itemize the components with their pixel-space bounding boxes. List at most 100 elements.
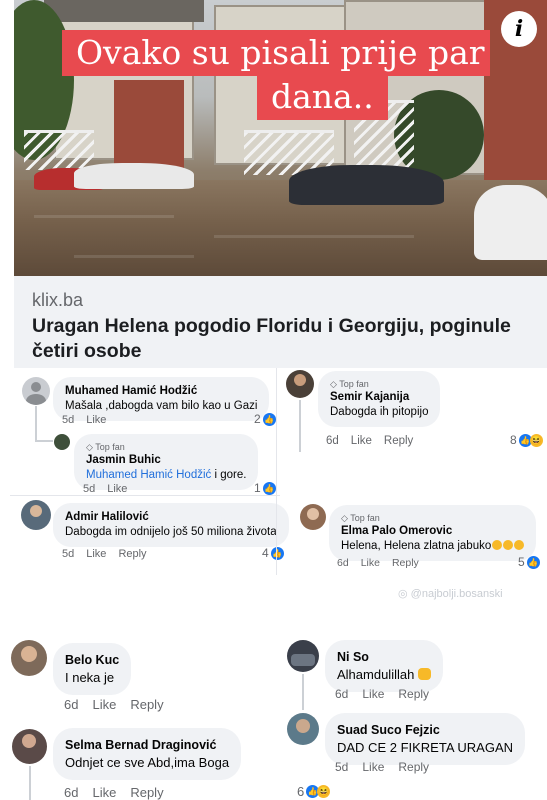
like-action[interactable]: Like <box>92 785 116 800</box>
commenter-name[interactable]: Belo Kuc <box>65 651 119 669</box>
avatar[interactable] <box>54 434 70 450</box>
avatar[interactable] <box>12 729 47 764</box>
reaction-summary[interactable]: 1 👍 <box>254 481 276 495</box>
photo-face <box>296 719 310 733</box>
comment-actions: 5d Like <box>83 483 139 495</box>
comment-actions: 5d Like Reply <box>62 548 159 560</box>
reaction-count: 4 <box>262 546 269 560</box>
comment-text: Alhamdulillah <box>337 667 415 682</box>
comment-actions: 6d Like Reply <box>64 697 178 712</box>
comment-text: I neka je <box>65 670 115 685</box>
commenter-name[interactable]: Admir Halilović <box>65 510 277 525</box>
avatar[interactable] <box>21 500 51 530</box>
white-car <box>474 185 547 260</box>
comment-time[interactable]: 6d <box>64 785 78 800</box>
like-action[interactable]: Like <box>362 760 384 774</box>
reply-action[interactable]: Reply <box>398 687 429 701</box>
reply-action[interactable]: Reply <box>392 557 419 569</box>
like-action[interactable]: Like <box>361 557 380 569</box>
laughing-emoji-icon <box>514 540 525 550</box>
haha-icon: 😆 <box>529 433 543 447</box>
commenter-name[interactable]: Suad Suco Fejzic <box>337 721 513 739</box>
overlay-line-1: Ovako su pisali prije par <box>62 30 490 76</box>
like-action[interactable]: Like <box>362 687 384 701</box>
mention-link[interactable]: Muhamed Hamić Hodžić <box>86 469 211 481</box>
like-icon: 👍 <box>262 481 276 495</box>
comment-time[interactable]: 5d <box>62 414 74 426</box>
comment-time[interactable]: 5d <box>62 548 74 560</box>
reaction-summary[interactable]: 8 👍 😆 <box>510 433 543 447</box>
flood-photo: Ovako su pisali prije par dana.. i <box>14 0 547 276</box>
comment-actions: 6d Like Reply <box>326 435 425 447</box>
comment-actions: 6d Like Reply <box>335 687 443 701</box>
reply-thread-line <box>299 400 301 452</box>
like-action[interactable]: Like <box>92 697 116 712</box>
reply-action[interactable]: Reply <box>398 760 429 774</box>
link-domain[interactable]: klix.ba <box>32 290 83 311</box>
commenter-name[interactable]: Elma Palo Omerovic <box>341 524 524 539</box>
comment-bubble: Admir Halilović Dabogda im odnijelo još … <box>53 503 289 547</box>
photo-face <box>294 374 306 386</box>
default-avatar-body <box>26 394 46 405</box>
haha-icon: 😆 <box>317 785 331 798</box>
avatar[interactable] <box>286 370 314 398</box>
avatar[interactable] <box>22 377 50 405</box>
reply-thread-elbow <box>35 440 53 442</box>
flood-water <box>14 180 547 276</box>
commenter-name[interactable]: Semir Kajanija <box>330 390 428 405</box>
avatar[interactable] <box>11 640 47 676</box>
like-action[interactable]: Like <box>86 414 106 426</box>
comment-text: Helena, Helena zlatna jabuko <box>341 540 492 552</box>
stairs-shape <box>24 130 94 170</box>
comment-time[interactable]: 6d <box>337 557 349 569</box>
avatar[interactable] <box>300 504 326 530</box>
reaction-summary[interactable]: 4 👍 <box>262 546 284 560</box>
reaction-summary[interactable]: 5 👍 <box>518 555 540 569</box>
avatar[interactable] <box>287 713 319 745</box>
reply-action[interactable]: Reply <box>118 548 146 560</box>
column-divider <box>276 368 277 575</box>
divider <box>10 495 280 496</box>
comment-bubble: Ni So Alhamdulillah <box>325 640 443 692</box>
like-icon: 👍 <box>270 546 284 560</box>
commenter-name[interactable]: Selma Bernad Draginović <box>65 736 229 754</box>
reply-action[interactable]: Reply <box>130 785 163 800</box>
reaction-summary[interactable]: 6 👍 😆 <box>297 784 331 799</box>
instagram-icon: ◎ <box>398 588 408 600</box>
overlay-caption: Ovako su pisali prije par dana.. <box>62 30 490 120</box>
comment-bubble: ◇ Top fan Semir Kajanija Dabogda ih pito… <box>318 371 441 427</box>
like-action[interactable]: Like <box>107 483 127 495</box>
raised-hands-icon <box>417 668 431 680</box>
comment-actions: 6d Like Reply <box>337 557 431 569</box>
reply-action[interactable]: Reply <box>130 697 163 712</box>
link-preview-card[interactable]: Ovako su pisali prije par dana.. i klix.… <box>14 0 547 368</box>
top-fan-badge: ◇ Top fan <box>86 441 246 453</box>
info-icon[interactable]: i <box>501 11 537 47</box>
reaction-count: 2 <box>254 412 261 426</box>
like-icon: 👍 <box>526 555 540 569</box>
dark-suv <box>289 165 444 205</box>
comment-time[interactable]: 6d <box>326 435 339 447</box>
comment-time[interactable]: 5d <box>83 483 95 495</box>
reply-action[interactable]: Reply <box>384 435 413 447</box>
commenter-name[interactable]: Muhamed Hamić Hodžić <box>65 384 257 399</box>
reaction-summary[interactable]: 2 👍 <box>254 412 276 426</box>
photo-face <box>307 508 319 520</box>
comment-time[interactable]: 6d <box>64 697 78 712</box>
avatar[interactable] <box>287 640 319 672</box>
commenter-name[interactable]: Ni So <box>337 648 431 666</box>
laughing-emoji-icon <box>492 540 503 550</box>
like-action[interactable]: Like <box>86 548 106 560</box>
comment-actions: 5d Like Reply <box>335 760 443 774</box>
comment-bubble: Belo Kuc I neka je <box>53 643 132 695</box>
commenter-name[interactable]: Jasmin Buhic <box>86 453 246 468</box>
watermark: ◎ @najbolji.bosanski <box>398 587 503 600</box>
comment-time[interactable]: 5d <box>335 760 348 774</box>
like-action[interactable]: Like <box>351 435 372 447</box>
comment-text: Mašala ,dabogda vam bilo kao u Gazi <box>65 400 258 412</box>
comment-time[interactable]: 6d <box>335 687 348 701</box>
link-headline[interactable]: Uragan Helena pogodio Floridu i Georgiju… <box>32 314 542 364</box>
top-fan-badge: ◇ Top fan <box>341 512 524 524</box>
photo-face <box>22 734 36 748</box>
water-ripple <box>74 255 194 258</box>
